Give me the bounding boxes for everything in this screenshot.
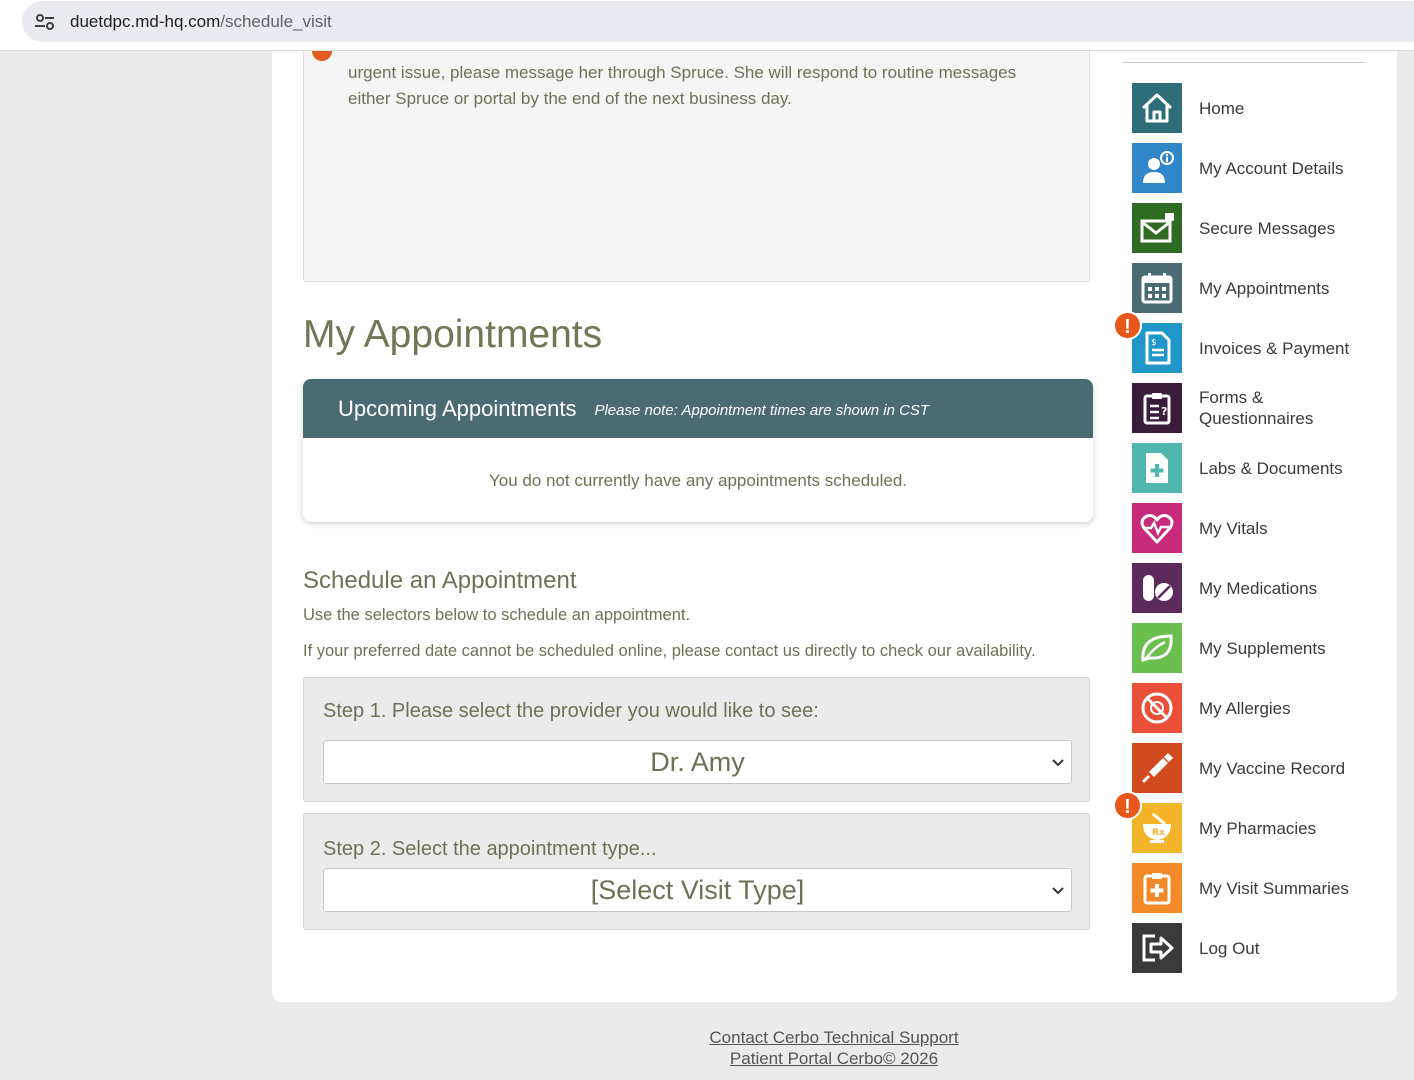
browser-url-bar: duetdpc.md-hq.com/schedule_visit — [0, 0, 1414, 51]
url-host: duetdpc.md-hq.com — [70, 12, 221, 31]
no-allergy-icon — [1132, 683, 1182, 733]
home-icon — [1132, 83, 1182, 133]
timezone-note: Please note: Appointment times are shown… — [594, 402, 930, 419]
sidebar-item-label: My Vaccine Record — [1199, 758, 1346, 778]
sidebar-item-label: Log Out — [1199, 938, 1260, 958]
upcoming-appointments-panel: Upcoming Appointments Please note: Appoi… — [303, 379, 1093, 522]
support-link[interactable]: Contact Cerbo Technical Support — [0, 1028, 1414, 1048]
svg-text:?: ? — [1161, 405, 1167, 418]
step1-label: Step 1. Please select the provider you w… — [323, 700, 819, 722]
sidebar-item-label: Secure Messages — [1199, 218, 1336, 238]
alert-icon — [312, 51, 332, 61]
leaf-icon — [1132, 623, 1182, 673]
sidebar-item-labs[interactable]: Labs & Documents — [1132, 443, 1372, 493]
sidebar-item-allergies[interactable]: My Allergies — [1132, 683, 1372, 733]
step2-label: Step 2. Select the appointment type... — [323, 838, 657, 860]
logout-icon — [1132, 923, 1182, 973]
sidebar-item-secure-messages[interactable]: Secure Messages — [1132, 203, 1372, 253]
chevron-down-icon — [1052, 759, 1064, 767]
sidebar-item-label: My Pharmacies — [1199, 818, 1317, 838]
upcoming-appointments-title: Upcoming Appointments — [338, 395, 577, 421]
sidebar-item-appointments[interactable]: My Appointments — [1132, 263, 1372, 313]
site-settings-icon[interactable] — [32, 11, 58, 33]
url-text[interactable]: duetdpc.md-hq.com/schedule_visit — [70, 12, 332, 32]
sidebar-item-pharmacies[interactable]: Rx My Pharmacies — [1132, 803, 1372, 853]
clipboard-plus-icon — [1132, 863, 1182, 913]
svg-text:Rx: Rx — [1152, 828, 1165, 838]
sidebar-item-logout[interactable]: Log Out — [1132, 923, 1372, 973]
sidebar-item-visit-summaries[interactable]: My Visit Summaries — [1132, 863, 1372, 913]
syringe-icon — [1132, 743, 1182, 793]
copyright-link[interactable]: Patient Portal Cerbo© 2026 — [0, 1049, 1414, 1069]
sidebar-divider — [1122, 62, 1365, 63]
sidebar-item-label: Invoices & Payment — [1199, 338, 1350, 358]
schedule-contact-note: If your preferred date cannot be schedul… — [303, 642, 1036, 660]
invoices-alert-badge: ! — [1113, 311, 1142, 340]
notice-text: urgent issue, please message her through… — [348, 63, 1017, 108]
sidebar-item-vaccine[interactable]: My Vaccine Record — [1132, 743, 1372, 793]
sidebar-item-label: My Account Details — [1199, 158, 1344, 178]
calendar-icon — [1132, 263, 1182, 313]
schedule-title: Schedule an Appointment — [303, 567, 577, 594]
provider-select-value: Dr. Amy — [650, 747, 745, 777]
lab-document-icon — [1132, 443, 1182, 493]
sidebar-item-label: Labs & Documents — [1199, 458, 1343, 478]
page-title: My Appointments — [303, 313, 603, 356]
sidebar-item-home[interactable]: Home — [1132, 83, 1372, 133]
no-appointments-message: You do not currently have any appointmen… — [488, 471, 908, 490]
sidebar-item-label: My Visit Summaries — [1199, 878, 1349, 898]
upcoming-appointments-header: Upcoming Appointments Please note: Appoi… — [303, 379, 1093, 438]
sidebar-item-forms[interactable]: ? Forms & Questionnaires — [1132, 383, 1372, 433]
questionnaire-icon: ? — [1132, 383, 1182, 433]
schedule-instructions: Use the selectors below to schedule an a… — [303, 606, 691, 624]
pharmacies-alert-badge: ! — [1113, 791, 1142, 820]
sidebar-item-invoices[interactable]: $ Invoices & Payment — [1132, 323, 1372, 373]
chevron-down-icon — [1052, 887, 1064, 895]
step2-visit-type: Step 2. Select the appointment type... [… — [303, 813, 1090, 930]
sidebar-item-label: Forms & Questionnaires — [1199, 388, 1314, 428]
sidebar-item-label: My Allergies — [1199, 698, 1291, 718]
sidebar-item-supplements[interactable]: My Supplements — [1132, 623, 1372, 673]
visit-type-select[interactable]: [Select Visit Type] — [323, 868, 1072, 912]
sidebar-item-label: Home — [1199, 98, 1245, 118]
heart-pulse-icon — [1132, 503, 1182, 553]
provider-notice: urgent issue, please message her through… — [303, 51, 1090, 282]
provider-select[interactable]: Dr. Amy — [323, 740, 1072, 784]
secure-mail-icon — [1132, 203, 1182, 253]
sidebar-item-label: My Supplements — [1199, 638, 1326, 658]
pills-icon — [1132, 563, 1182, 613]
url-path: /schedule_visit — [220, 12, 332, 31]
account-details-icon — [1132, 143, 1182, 193]
sidebar-item-vitals[interactable]: My Vitals — [1132, 503, 1372, 553]
address-bar[interactable]: duetdpc.md-hq.com/schedule_visit — [22, 1, 1414, 42]
sidebar-item-medications[interactable]: My Medications — [1132, 563, 1372, 613]
visit-type-select-value: [Select Visit Type] — [590, 875, 805, 905]
step1-provider: Step 1. Please select the provider you w… — [303, 677, 1090, 802]
sidebar-item-account-details[interactable]: My Account Details — [1132, 143, 1372, 193]
sidebar-item-label: My Vitals — [1199, 518, 1268, 538]
svg-text:$: $ — [1151, 338, 1157, 348]
sidebar-item-label: My Appointments — [1199, 278, 1330, 298]
sidebar-item-label: My Medications — [1199, 578, 1318, 598]
